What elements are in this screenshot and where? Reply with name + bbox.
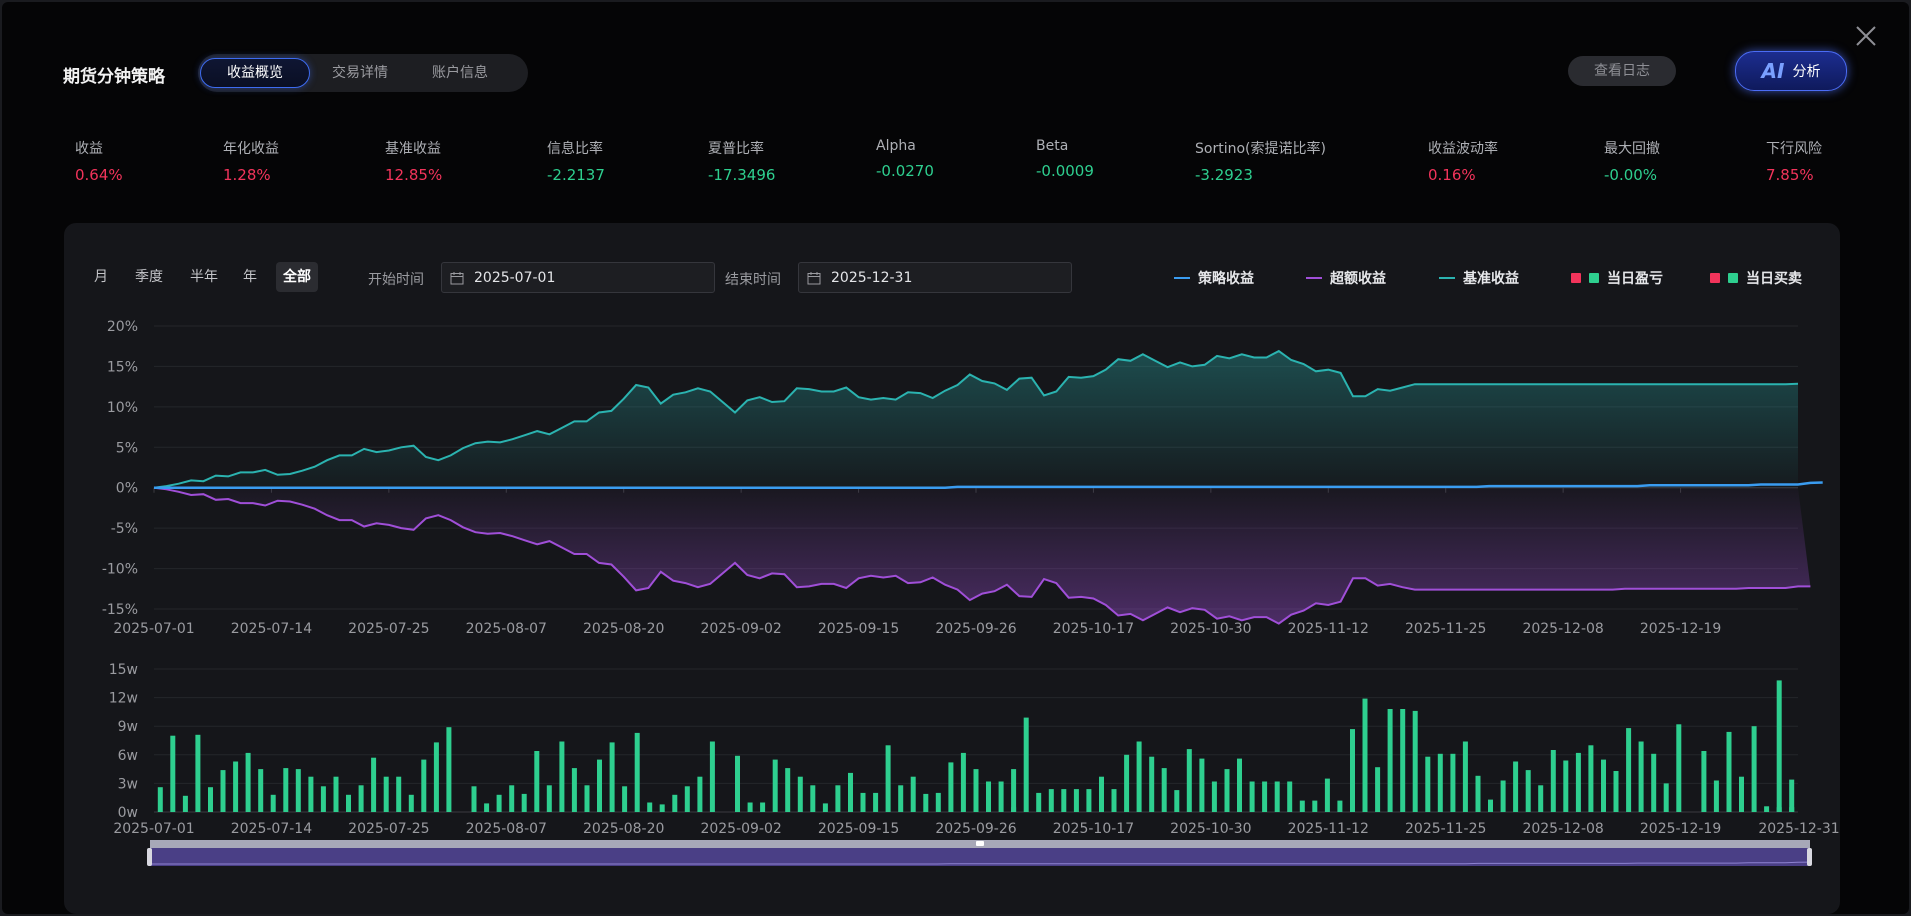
metric-3: 信息比率 -2.2137	[547, 138, 605, 184]
metric-9: 最大回撤 -0.00%	[1604, 138, 1660, 184]
legend-label: 超额收益	[1330, 271, 1386, 287]
metric-6: Beta -0.0009	[1036, 138, 1094, 180]
strategy-modal: 期货分钟策略 收益概览 交易详情 账户信息 查看日志 AI 分析 收益 0.64%…	[2, 2, 1909, 914]
legend-label: 策略收益	[1198, 271, 1254, 287]
ai-analysis-label: 分析	[1792, 64, 1821, 80]
tab-bar: 收益概览 交易详情 账户信息	[198, 54, 528, 92]
metric-value: 0.64%	[75, 166, 123, 184]
legend-square-icon	[1589, 273, 1599, 283]
start-date-input[interactable]: 2025-07-01	[441, 262, 715, 293]
start-date-value: 2025-07-01	[474, 269, 556, 286]
metric-label: 下行风险	[1766, 141, 1822, 157]
metric-8: 收益波动率 0.16%	[1428, 138, 1498, 184]
legend-item-3[interactable]: 当日盈亏	[1571, 268, 1663, 288]
metric-value: -0.00%	[1604, 166, 1658, 184]
ai-logo-icon: AI	[1761, 59, 1785, 83]
tab-overview[interactable]: 收益概览	[200, 58, 310, 88]
metric-0: 收益 0.64%	[75, 138, 123, 184]
metric-label: Sortino(索提诺比率)	[1195, 141, 1326, 157]
chart-panel	[64, 223, 1840, 914]
close-icon[interactable]	[1854, 24, 1878, 48]
end-time-label: 结束时间	[725, 272, 781, 288]
metric-value: -17.3496	[708, 166, 776, 184]
legend-square-icon	[1571, 273, 1581, 283]
legend-item-0[interactable]: 策略收益	[1174, 268, 1254, 288]
legend-item-2[interactable]: 基准收益	[1439, 268, 1519, 288]
metric-label: 夏普比率	[708, 141, 764, 157]
metric-label: 基准收益	[385, 141, 441, 157]
metric-2: 基准收益 12.85%	[385, 138, 442, 184]
metric-value: 1.28%	[223, 166, 271, 184]
metric-label: Alpha	[876, 138, 916, 154]
legend-line-icon	[1439, 277, 1455, 279]
metric-value: -0.0270	[876, 162, 934, 180]
range-month[interactable]: 月	[87, 262, 115, 292]
legend-item-1[interactable]: 超额收益	[1306, 268, 1386, 288]
metric-label: Beta	[1036, 138, 1069, 154]
metric-4: 夏普比率 -17.3496	[708, 138, 775, 184]
start-time-label: 开始时间	[368, 272, 424, 288]
metric-7: Sortino(索提诺比率) -3.2923	[1195, 138, 1326, 184]
strategy-title: 期货分钟策略	[63, 67, 165, 87]
metric-value: 0.16%	[1428, 166, 1476, 184]
legend-label: 当日买卖	[1746, 271, 1802, 287]
range-all[interactable]: 全部	[276, 262, 318, 292]
legend-line-icon	[1174, 277, 1190, 279]
tab-trade-details[interactable]: 交易详情	[312, 58, 408, 88]
ai-analysis-button[interactable]: AI 分析	[1735, 51, 1847, 91]
legend-label: 当日盈亏	[1607, 271, 1663, 287]
end-date-input[interactable]: 2025-12-31	[798, 262, 1072, 293]
metric-label: 信息比率	[547, 141, 603, 157]
metric-value: -3.2923	[1195, 166, 1253, 184]
metric-value: 7.85%	[1766, 166, 1814, 184]
end-date-value: 2025-12-31	[831, 269, 913, 286]
range-year[interactable]: 年	[236, 262, 264, 292]
legend-square-icon	[1728, 273, 1738, 283]
legend-item-4[interactable]: 当日买卖	[1710, 268, 1802, 288]
calendar-icon	[450, 271, 464, 284]
metric-value: 12.85%	[385, 166, 443, 184]
range-quarter[interactable]: 季度	[128, 262, 170, 292]
metric-5: Alpha -0.0270	[876, 138, 934, 180]
metric-label: 收益波动率	[1428, 141, 1498, 157]
metric-1: 年化收益 1.28%	[223, 138, 279, 184]
metric-label: 收益	[75, 141, 103, 157]
legend-square-icon	[1710, 273, 1720, 283]
metric-10: 下行风险 7.85%	[1766, 138, 1822, 184]
metric-value: -0.0009	[1036, 162, 1094, 180]
calendar-icon	[807, 271, 821, 284]
range-half-year[interactable]: 半年	[183, 262, 225, 292]
tab-account-info[interactable]: 账户信息	[412, 58, 508, 88]
metric-label: 年化收益	[223, 141, 279, 157]
metric-label: 最大回撤	[1604, 141, 1660, 157]
legend-label: 基准收益	[1463, 271, 1519, 287]
metric-value: -2.2137	[547, 166, 605, 184]
view-log-button[interactable]: 查看日志	[1568, 56, 1676, 86]
legend-line-icon	[1306, 277, 1322, 279]
